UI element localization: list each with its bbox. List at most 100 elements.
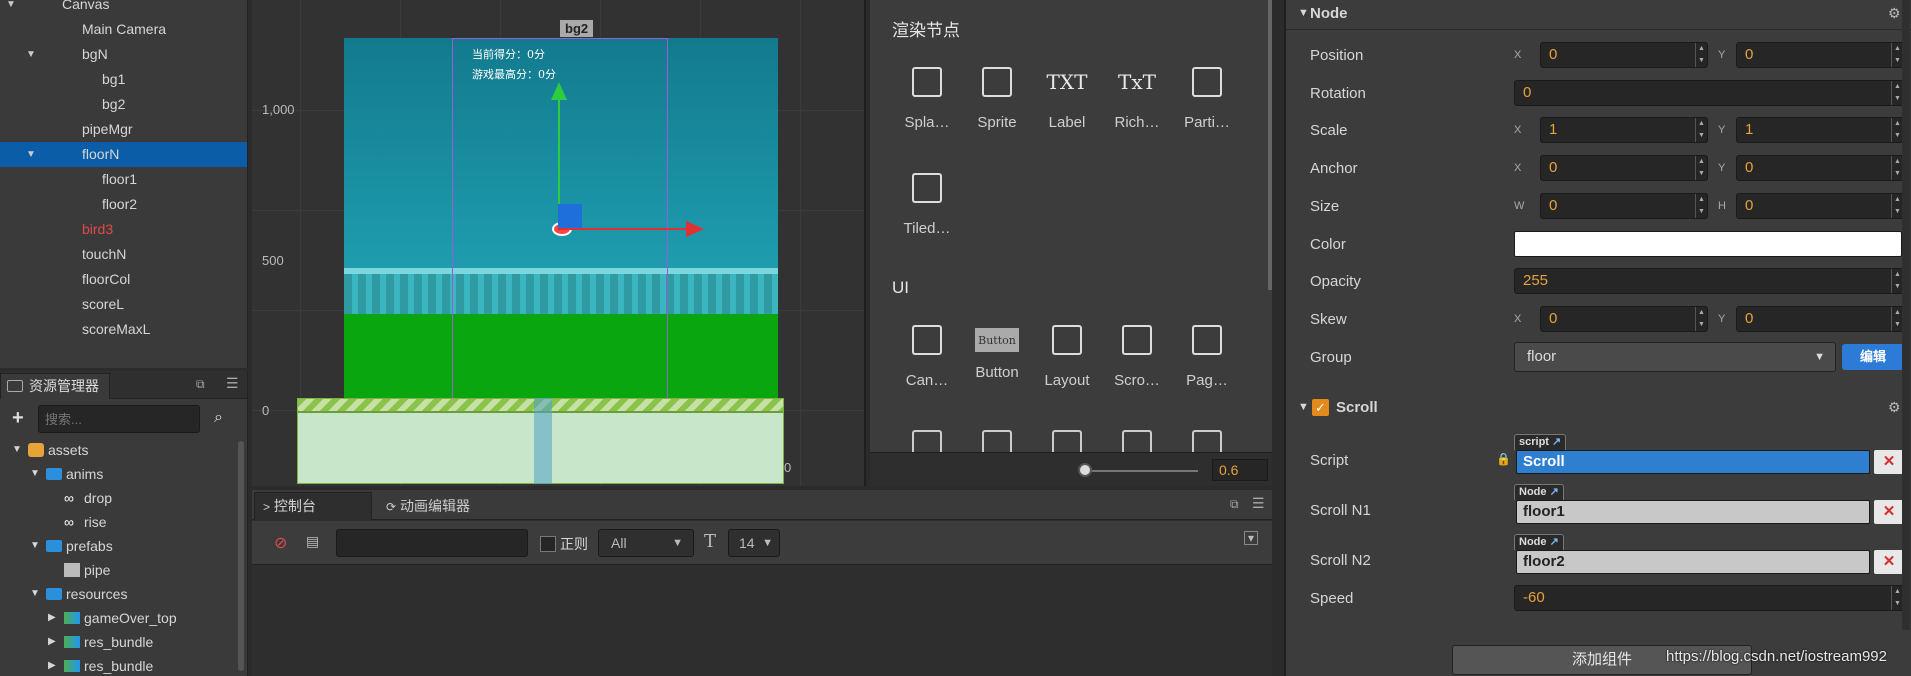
palette-scrollbar[interactable] <box>1268 0 1272 290</box>
expand-arrow-icon[interactable]: ▼ <box>30 534 40 558</box>
palette-item[interactable]: TXT Label <box>1032 58 1102 131</box>
prop-input[interactable]: 0 ▲ ▼ <box>1736 192 1904 219</box>
hierarchy-item[interactable]: ▼ floorN <box>0 142 247 167</box>
console-filter-input[interactable] <box>336 529 528 557</box>
palette-item[interactable]: TxT Rich… <box>1102 58 1172 131</box>
palette-item[interactable] <box>1122 430 1152 452</box>
inspector-scrollbar[interactable] <box>1902 0 1910 630</box>
prop-input[interactable]: 0 ▲ ▼ <box>1540 305 1708 332</box>
hierarchy-item[interactable]: ▼ Canvas <box>0 0 247 17</box>
palette-item[interactable]: Scro… <box>1102 316 1172 389</box>
asset-item[interactable]: ▶ res_bundle <box>0 654 236 676</box>
gizmo-x-arrow-icon[interactable] <box>686 221 704 237</box>
palette-item[interactable] <box>982 430 1012 452</box>
palette-item[interactable]: Can… <box>892 316 962 389</box>
scroll-section-header[interactable]: ▼ ✓ Scroll ⚙ <box>1286 393 1911 423</box>
palette-item[interactable] <box>912 430 942 452</box>
asset-item[interactable]: ▼ prefabs <box>0 534 236 558</box>
stepper-icon[interactable]: ▲ ▼ <box>1695 43 1707 67</box>
palette-item[interactable]: Tiled… <box>892 164 962 237</box>
palette-item[interactable] <box>1192 430 1222 452</box>
popout-icon[interactable]: ⧉ <box>1230 497 1239 512</box>
expand-arrow-icon[interactable]: ▶ <box>48 606 56 630</box>
expand-arrow-icon[interactable]: ▼ <box>24 142 38 167</box>
palette-item[interactable]: Spla… <box>892 58 962 131</box>
asset-item[interactable]: ▼ anims <box>0 462 236 486</box>
expand-arrow-icon[interactable]: ▶ <box>48 630 56 654</box>
expand-arrow-icon[interactable]: ▶ <box>48 654 56 676</box>
asset-item[interactable]: ▼ resources <box>0 582 236 606</box>
gear-icon[interactable]: ⚙ <box>1888 399 1901 416</box>
node-section-header[interactable]: ▼ Node ⚙ <box>1286 0 1911 30</box>
object-field[interactable]: floor2 <box>1516 550 1870 574</box>
stepper-icon[interactable]: ▲ ▼ <box>1695 118 1707 143</box>
gizmo-y-arrow-icon[interactable] <box>551 82 567 100</box>
clear-reference-icon[interactable]: ✕ <box>1874 500 1904 524</box>
hierarchy-item[interactable]: Main Camera <box>0 17 247 42</box>
hierarchy-item[interactable]: pipeMgr <box>0 117 247 142</box>
gizmo-center[interactable] <box>558 204 582 228</box>
prop-input[interactable]: 0 ▲ ▼ <box>1540 42 1708 68</box>
palette-item[interactable]: Layout <box>1032 316 1102 389</box>
tab-animation-editor[interactable]: ⟳ 动画编辑器 <box>376 494 506 520</box>
enable-checkbox[interactable]: ✓ <box>1312 399 1329 416</box>
edit-group-button[interactable]: 编辑 <box>1842 343 1904 370</box>
assets-search-input[interactable] <box>38 405 200 433</box>
menu-icon[interactable]: ☰ <box>226 375 239 392</box>
hierarchy-item[interactable]: floorCol <box>0 267 247 292</box>
expand-arrow-icon[interactable]: ▼ <box>12 438 22 462</box>
font-size-select[interactable]: 14 ▼ <box>728 529 780 557</box>
clear-reference-icon[interactable]: ✕ <box>1874 450 1904 474</box>
stepper-icon[interactable]: ▲ ▼ <box>1695 193 1707 218</box>
prop-input[interactable]: 0 ▲ ▼ <box>1514 79 1904 106</box>
zoom-slider[interactable] <box>1086 470 1198 472</box>
object-field[interactable]: floor1 <box>1516 500 1870 524</box>
hierarchy-item[interactable]: bg1 <box>0 67 247 92</box>
clear-icon[interactable]: ⊘ <box>274 533 287 553</box>
stepper-icon[interactable]: ▲ ▼ <box>1695 156 1707 181</box>
collapse-icon[interactable]: ▾ <box>1244 531 1258 545</box>
prop-input[interactable]: 0 ▲ ▼ <box>1736 305 1904 332</box>
prop-input[interactable]: 0 ▲ ▼ <box>1736 42 1904 68</box>
palette-item[interactable]: Pag… <box>1172 316 1242 389</box>
hierarchy-item[interactable]: scoreMaxL <box>0 317 247 342</box>
reference-type-tag[interactable]: Node ↗ <box>1514 534 1564 550</box>
prop-input[interactable]: 0 ▲ ▼ <box>1540 192 1708 219</box>
regex-checkbox[interactable] <box>540 536 556 552</box>
prop-input[interactable]: 1 ▲ ▼ <box>1540 117 1708 144</box>
hierarchy-item[interactable]: floor1 <box>0 167 247 192</box>
hierarchy-item[interactable]: floor2 <box>0 192 247 217</box>
stepper-icon[interactable]: ▲ ▼ <box>1695 306 1707 331</box>
popout-icon[interactable]: ⧉ <box>196 377 205 392</box>
palette-item[interactable]: Sprite <box>962 58 1032 131</box>
group-select[interactable]: floor ▼ <box>1514 341 1836 372</box>
palette-item[interactable]: Button Button <box>962 316 1032 381</box>
asset-item[interactable]: ▶ res_bundle <box>0 630 236 654</box>
palette-item[interactable]: Parti… <box>1172 58 1242 131</box>
asset-item[interactable]: ∞ drop <box>0 486 236 510</box>
zoom-value[interactable]: 0.6 <box>1212 459 1268 481</box>
expand-arrow-icon[interactable]: ▼ <box>24 42 38 67</box>
palette-item[interactable] <box>1052 430 1082 452</box>
object-field[interactable]: Scroll <box>1516 450 1870 474</box>
gear-icon[interactable]: ⚙ <box>1888 5 1901 22</box>
reference-type-tag[interactable]: Node ↗ <box>1514 484 1564 500</box>
add-icon[interactable]: + <box>12 407 24 430</box>
expand-arrow-icon[interactable]: ▼ <box>30 462 40 486</box>
asset-item[interactable]: ∞ rise <box>0 510 236 534</box>
asset-item[interactable]: pipe <box>0 558 236 582</box>
zoom-slider-handle[interactable] <box>1078 463 1092 477</box>
expand-arrow-icon[interactable]: ▼ <box>30 582 40 606</box>
asset-item[interactable]: ▶ gameOver_top <box>0 606 236 630</box>
prop-input[interactable]: 0 ▲ ▼ <box>1540 155 1708 182</box>
search-icon[interactable]: ⌕ <box>214 409 223 427</box>
gizmo-x-axis[interactable] <box>558 228 690 230</box>
color-swatch[interactable] <box>1514 230 1902 257</box>
log-level-select[interactable]: All ▼ <box>598 529 694 557</box>
hierarchy-item[interactable]: scoreL <box>0 292 247 317</box>
assets-scrollbar[interactable] <box>238 441 244 671</box>
tab-console[interactable]: > 控制台 <box>254 492 372 520</box>
hierarchy-item[interactable]: bg2 <box>0 92 247 117</box>
scene-view[interactable]: 1,000 500 0 0 当前得分：0分 游戏最高分：0分 bg2 <box>252 0 866 486</box>
hierarchy-item[interactable]: touchN <box>0 242 247 267</box>
